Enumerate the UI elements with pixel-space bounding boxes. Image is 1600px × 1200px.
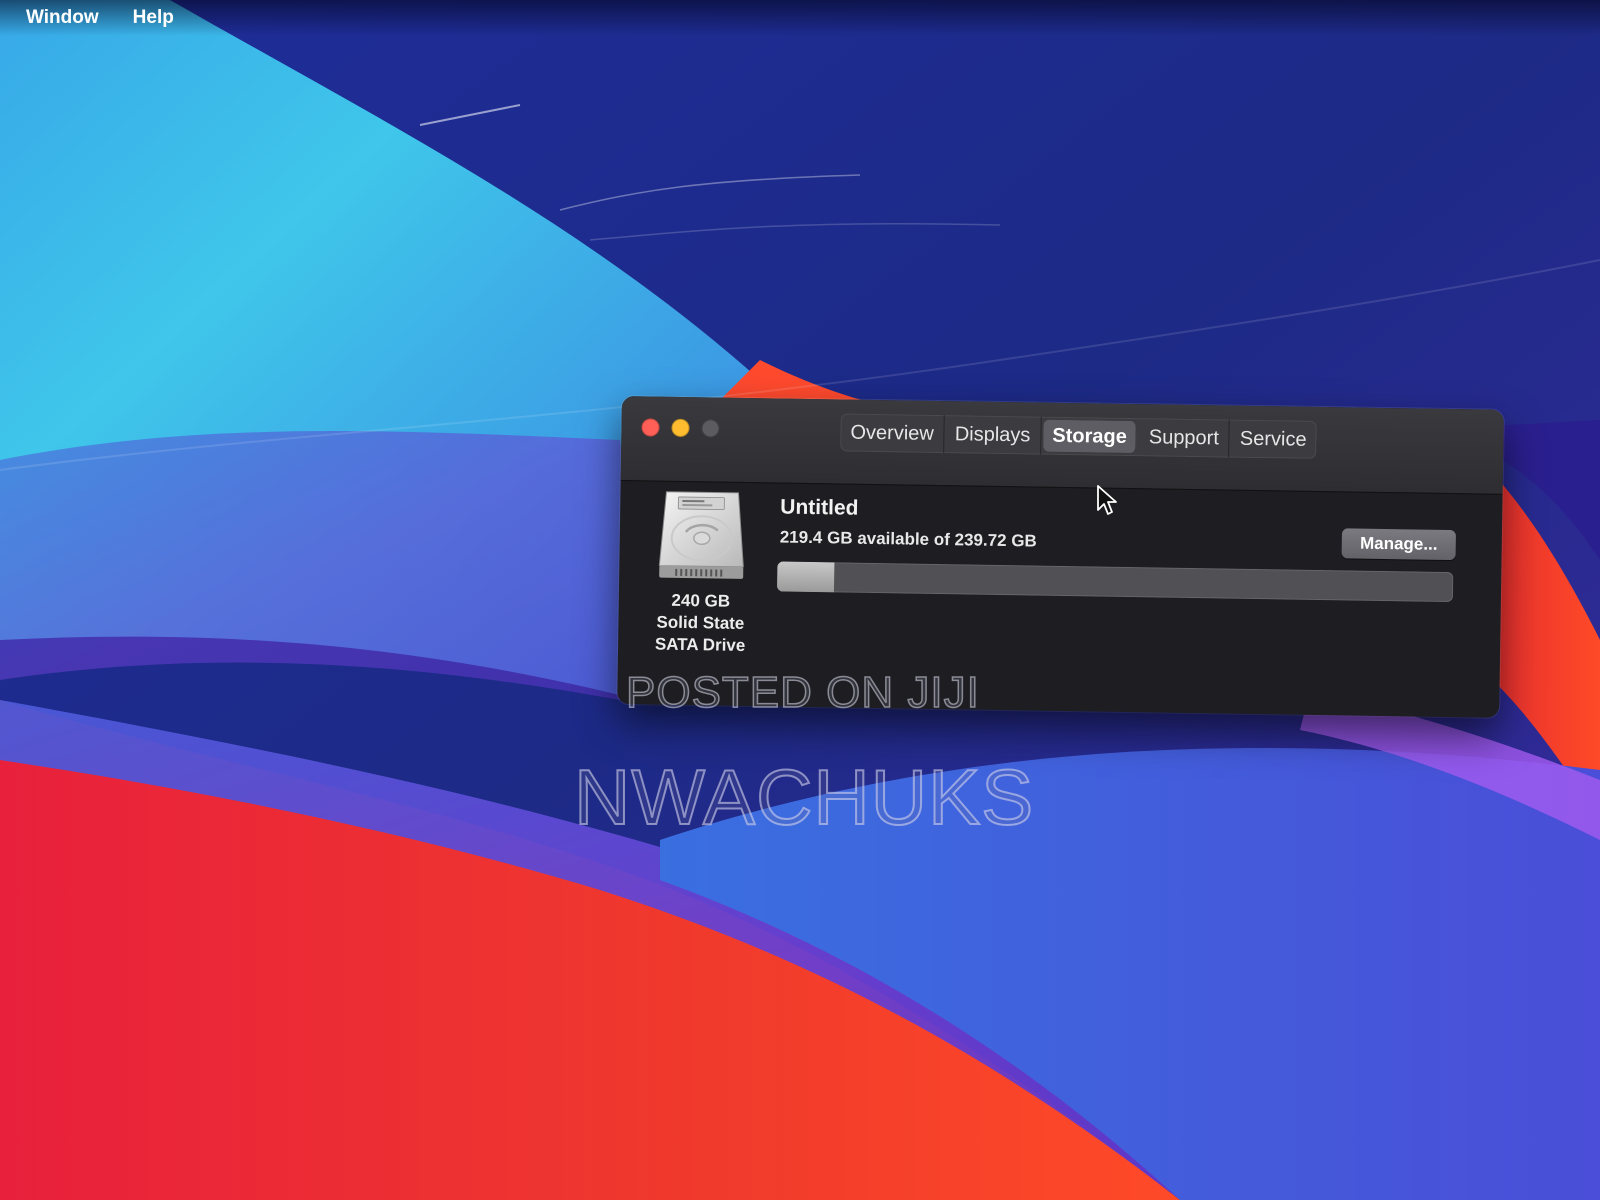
disk-type-line2: SATA Drive	[654, 634, 746, 655]
window-titlebar[interactable]: Overview Displays Storage Support Servic…	[620, 396, 1504, 495]
zoom-button[interactable]	[701, 419, 720, 438]
disk-capacity: 240 GB	[671, 590, 731, 611]
tab-service[interactable]: Service	[1230, 420, 1317, 459]
manage-button[interactable]: Manage...	[1341, 528, 1456, 561]
tab-bar: Overview Displays Storage Support Servic…	[840, 413, 1317, 459]
tab-overview[interactable]: Overview	[840, 413, 946, 454]
menu-bar: Window Help	[0, 0, 1600, 36]
tab-storage[interactable]: Storage	[1043, 419, 1138, 454]
volume-availability: 219.4 GB available of 239.72 GB	[779, 527, 1037, 551]
tab-support[interactable]: Support	[1138, 418, 1231, 458]
disk-description: 240 GB Solid State SATA Drive	[636, 589, 765, 657]
tab-displays[interactable]: Displays	[944, 415, 1042, 455]
volume-name: Untitled	[780, 495, 859, 520]
hard-drive-icon	[658, 491, 744, 579]
menu-help[interactable]: Help	[133, 7, 174, 29]
storage-usage-bar	[776, 561, 1454, 603]
watermark-seller-name: NWACHUKS	[573, 752, 1035, 842]
watermark-posted-on: POSTED ON JIJI	[625, 667, 980, 718]
mouse-cursor-icon	[1097, 485, 1117, 515]
minimize-button[interactable]	[671, 418, 690, 438]
menu-window[interactable]: Window	[26, 7, 99, 29]
storage-used-segment	[776, 561, 835, 593]
close-button[interactable]	[641, 418, 660, 437]
disk-type-line1: Solid State	[656, 612, 745, 633]
window-controls	[641, 418, 720, 438]
